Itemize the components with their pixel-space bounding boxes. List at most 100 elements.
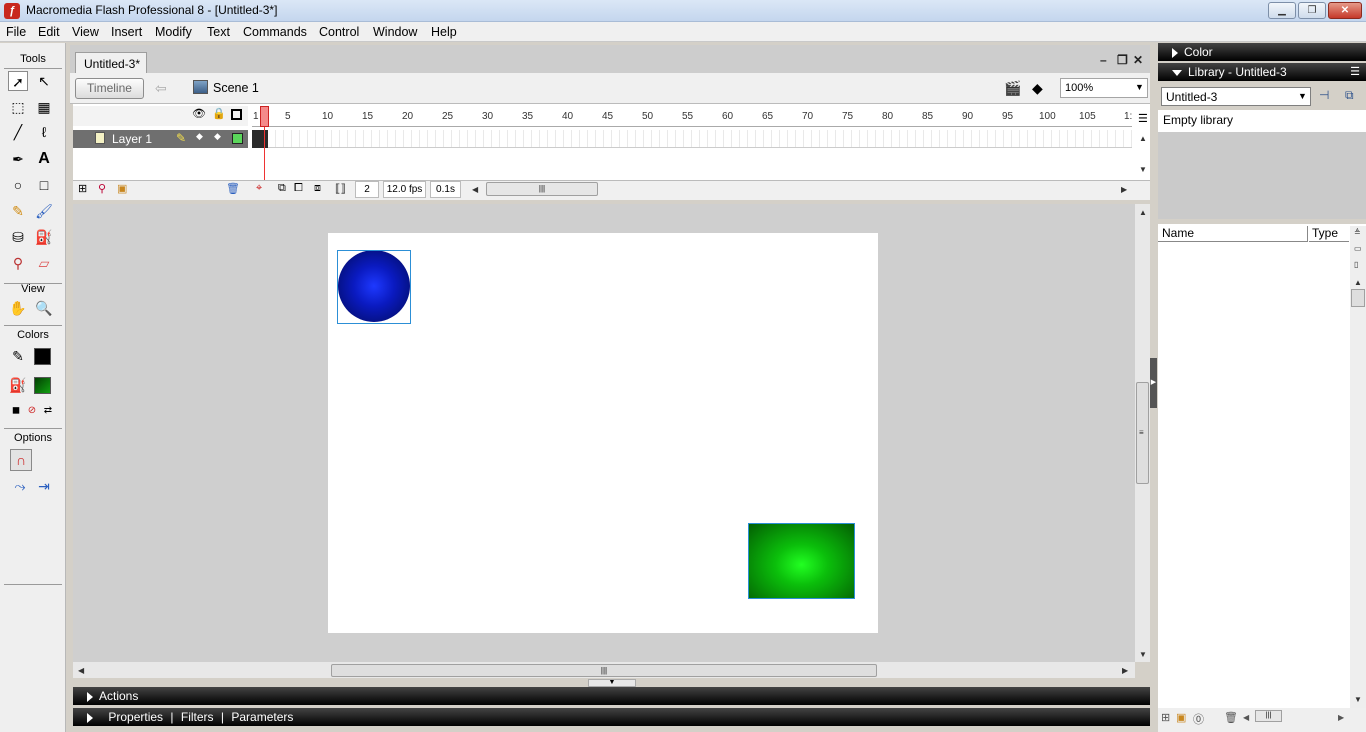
subselection-tool-icon[interactable]: ↖	[34, 71, 54, 91]
document-tab[interactable]: Untitled-3*	[75, 52, 147, 74]
paint-bucket-tool-icon[interactable]: ⛽	[34, 227, 54, 247]
stroke-color-swatch[interactable]	[34, 348, 51, 365]
menu-control[interactable]: Control	[319, 25, 359, 39]
onion-skin-outlines-icon[interactable]: ⧠	[294, 182, 303, 195]
new-library-panel-icon[interactable]: ⧉	[1345, 88, 1354, 103]
wide-view-icon[interactable]: ▭	[1354, 244, 1362, 253]
menu-commands[interactable]: Commands	[243, 25, 307, 39]
playhead[interactable]	[260, 106, 269, 127]
fill-transform-tool-icon[interactable]: ▦	[34, 97, 54, 117]
narrow-view-icon[interactable]: ▯	[1354, 260, 1358, 269]
scroll-right-arrow-icon[interactable]: ▶	[1121, 185, 1127, 194]
back-arrow-icon[interactable]: ⇦	[155, 80, 167, 97]
collapse-panels-icon[interactable]: ▶	[1150, 358, 1157, 408]
library-list[interactable]	[1158, 224, 1366, 708]
layer-name[interactable]: Layer 1	[112, 132, 152, 146]
scroll-left-arrow-icon[interactable]: ◀	[78, 666, 84, 675]
chevron-down-icon[interactable]: ▼	[1135, 82, 1144, 92]
fill-color-swatch[interactable]	[34, 377, 51, 394]
rectangle-tool-icon[interactable]: □	[34, 175, 54, 195]
outline-icon[interactable]	[231, 109, 242, 120]
scroll-right-arrow-icon[interactable]: ▶	[1122, 666, 1128, 675]
timeline-scroll-thumb[interactable]: |||	[486, 182, 598, 196]
delete-icon[interactable]: 🗑	[1224, 711, 1238, 724]
timeline-toggle-button[interactable]: Timeline	[75, 78, 144, 99]
straighten-icon[interactable]: ⇥	[34, 476, 54, 496]
delete-layer-icon[interactable]: 🗑	[226, 182, 240, 195]
text-tool-icon[interactable]: A	[34, 149, 54, 169]
scroll-left-arrow-icon[interactable]: ◀	[1243, 713, 1249, 722]
keyframe[interactable]	[252, 130, 268, 148]
ink-bottle-tool-icon[interactable]: ⛁	[8, 227, 28, 247]
actions-panel-header[interactable]: Actions	[73, 687, 1150, 705]
onion-skin-icon[interactable]: ⧉	[278, 182, 286, 195]
parameters-tab[interactable]: Parameters	[231, 710, 293, 724]
doc-close-icon[interactable]: ✕	[1133, 53, 1143, 67]
smooth-icon[interactable]: ⤳	[10, 476, 30, 496]
insert-folder-icon[interactable]: ▣	[117, 182, 127, 195]
scroll-up-arrow-icon[interactable]: ▲	[1354, 278, 1362, 287]
eyedropper-tool-icon[interactable]: ⚲	[8, 253, 28, 273]
library-panel-header[interactable]: Library - Untitled-3 ☰	[1158, 63, 1366, 81]
pencil-tool-icon[interactable]: ✎	[8, 201, 28, 221]
hand-tool-icon[interactable]: ✋	[8, 298, 28, 318]
menu-view[interactable]: View	[72, 25, 99, 39]
filters-tab[interactable]: Filters	[181, 710, 214, 724]
properties-icon[interactable]: ⓪	[1193, 711, 1204, 727]
line-tool-icon[interactable]: ╱	[8, 122, 28, 142]
menu-window[interactable]: Window	[373, 25, 417, 39]
menu-edit[interactable]: Edit	[38, 25, 60, 39]
add-motion-guide-icon[interactable]: ⚲	[98, 182, 106, 195]
scroll-down-arrow-icon[interactable]: ▼	[1354, 695, 1362, 704]
panel-collapse-arrow-icon[interactable]: ▼	[588, 679, 636, 687]
flash-app-icon[interactable]: ƒ	[4, 3, 20, 19]
green-rectangle-shape[interactable]	[748, 523, 855, 599]
menu-insert[interactable]: Insert	[111, 25, 142, 39]
name-column-header[interactable]: Name	[1158, 226, 1308, 242]
properties-tab[interactable]: Properties	[108, 710, 163, 724]
doc-minimize-icon[interactable]: –	[1100, 53, 1107, 67]
new-symbol-icon[interactable]: ⊞	[1161, 711, 1170, 724]
chevron-down-icon[interactable]: ▼	[1298, 91, 1307, 101]
swap-colors-icon[interactable]: ⇄	[38, 401, 58, 421]
free-transform-tool-icon[interactable]: ⬚	[8, 97, 28, 117]
zoom-tool-icon[interactable]: 🔍	[34, 298, 54, 318]
color-panel-header[interactable]: Color	[1158, 43, 1366, 61]
lock-icon[interactable]: 🔒	[212, 107, 226, 120]
scroll-up-arrow-icon[interactable]: ▲	[1139, 134, 1147, 143]
close-button[interactable]: ✕	[1328, 2, 1362, 19]
visibility-dot-icon[interactable]: ◆	[196, 131, 203, 142]
library-document-select[interactable]: Untitled-3	[1161, 87, 1311, 106]
outline-color-swatch[interactable]	[232, 133, 243, 144]
eraser-tool-icon[interactable]: ▱	[34, 253, 54, 273]
menu-file[interactable]: File	[6, 25, 26, 39]
scroll-up-arrow-icon[interactable]: ▲	[1139, 208, 1147, 217]
menu-modify[interactable]: Modify	[155, 25, 192, 39]
pen-tool-icon[interactable]: ✒	[8, 149, 28, 169]
panel-menu-icon[interactable]: ☰	[1350, 65, 1360, 78]
library-h-scroll-thumb[interactable]: |||	[1255, 710, 1282, 722]
new-folder-icon[interactable]: ▣	[1176, 711, 1186, 724]
selection-tool-icon[interactable]: ➚	[8, 71, 28, 91]
scroll-right-arrow-icon[interactable]: ▶	[1338, 713, 1344, 722]
restore-button[interactable]: ❐	[1298, 2, 1326, 19]
center-frame-icon[interactable]: ⌖	[256, 182, 262, 195]
snap-to-objects-icon[interactable]: ∩	[10, 449, 32, 471]
stage-horizontal-thumb[interactable]: |||	[331, 664, 877, 677]
timeline-menu-icon[interactable]: ☰	[1138, 112, 1148, 125]
modify-onion-markers-icon[interactable]: ⟦⟧	[335, 182, 346, 195]
type-column-header[interactable]: Type	[1309, 226, 1349, 242]
menu-help[interactable]: Help	[431, 25, 457, 39]
edit-multiple-frames-icon[interactable]: ⧈	[314, 182, 321, 195]
edit-scene-icon[interactable]: 🎬	[1004, 80, 1021, 97]
doc-restore-icon[interactable]: ❐	[1117, 53, 1128, 67]
scroll-down-arrow-icon[interactable]: ▼	[1139, 650, 1147, 659]
library-scroll-thumb[interactable]	[1351, 289, 1365, 307]
pin-library-icon[interactable]: ⊣	[1319, 88, 1329, 102]
minimize-button[interactable]: ▁	[1268, 2, 1296, 19]
lock-dot-icon[interactable]: ◆	[214, 131, 221, 142]
menu-text[interactable]: Text	[207, 25, 230, 39]
scroll-down-arrow-icon[interactable]: ▼	[1139, 165, 1147, 174]
eye-icon[interactable]: 👁	[192, 107, 206, 120]
frame-rate[interactable]: 12.0 fps	[383, 181, 426, 198]
